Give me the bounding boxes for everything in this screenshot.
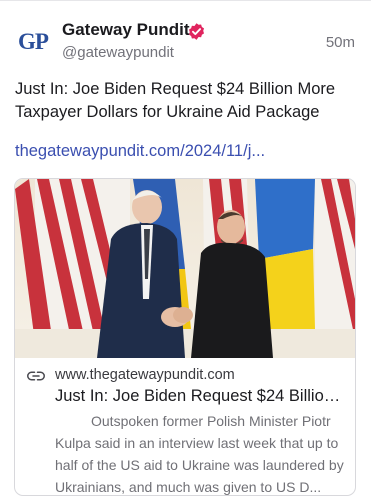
link-icon <box>27 371 45 381</box>
post-link[interactable]: thegatewaypundit.com/2024/11/j... <box>15 142 265 161</box>
card-title[interactable]: Just In: Joe Biden Request $24 Billion .… <box>55 387 347 406</box>
card-domain: www.thegatewaypundit.com <box>55 367 235 383</box>
post-text: Just In: Joe Biden Request $24 Billion M… <box>15 80 336 121</box>
link-preview-card[interactable]: www.thegatewaypundit.com Just In: Joe Bi… <box>14 178 356 496</box>
avatar-logo-text: GP <box>18 29 49 54</box>
avatar[interactable]: GP <box>14 23 52 61</box>
post[interactable]: GP Gateway Pundit @gatewaypundit 50m Jus… <box>0 0 371 500</box>
card-description: Outspoken former Polish Minister Piotr K… <box>55 413 344 495</box>
author-handle[interactable]: @gatewaypundit <box>62 44 174 61</box>
preview-image <box>15 179 355 358</box>
verified-badge-icon <box>188 23 205 40</box>
author-name[interactable]: Gateway Pundit <box>62 20 190 40</box>
post-timestamp[interactable]: 50m <box>326 34 355 51</box>
